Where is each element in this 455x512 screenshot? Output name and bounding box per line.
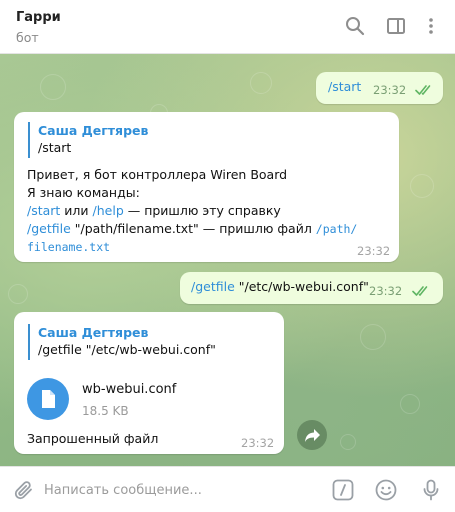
background-pattern xyxy=(250,72,272,94)
read-checkmarks-icon xyxy=(415,84,433,96)
file-caption: Запрошенный файл xyxy=(27,431,159,446)
message-text: — пришлю эту справку xyxy=(123,203,281,218)
incoming-message[interactable]: Саша Дегтярев /start Привет, я бот контр… xyxy=(14,112,399,262)
share-button[interactable] xyxy=(297,420,327,450)
code-span[interactable]: /path/ xyxy=(316,222,358,236)
message-line: /start или /help — пришлю эту справку xyxy=(27,202,281,220)
message-text: или xyxy=(60,203,93,218)
message-time: 23:32 xyxy=(369,284,403,298)
message-time: 23:32 xyxy=(357,244,391,258)
document-icon[interactable] xyxy=(27,378,69,420)
forward-icon xyxy=(305,429,320,442)
command-link-getfile[interactable]: /getfile xyxy=(191,279,235,294)
message-text: "/path/filename.txt" — пришлю файл xyxy=(70,221,316,236)
reply-quote[interactable]: Саша Дегтярев /start xyxy=(28,122,148,158)
message-input[interactable] xyxy=(44,475,314,505)
background-pattern xyxy=(360,324,386,350)
read-checkmarks-icon xyxy=(412,285,430,297)
background-pattern xyxy=(410,174,434,198)
chat-status: бот xyxy=(16,30,39,45)
microphone-icon[interactable] xyxy=(419,478,443,506)
search-icon[interactable] xyxy=(344,15,366,37)
background-pattern xyxy=(340,434,356,450)
code-span[interactable]: filename.txt xyxy=(27,238,110,256)
reply-author: Саша Дегтярев xyxy=(38,325,149,340)
more-vert-icon[interactable] xyxy=(420,15,442,37)
message-time: 23:32 xyxy=(241,436,275,450)
background-pattern xyxy=(40,74,66,100)
outgoing-message[interactable]: /getfile "/etc/wb-webui.conf" 23:32 xyxy=(180,272,443,304)
command-link-getfile[interactable]: /getfile xyxy=(27,221,71,236)
attach-icon[interactable] xyxy=(12,478,36,506)
chat-header: Гарри бот xyxy=(0,0,455,54)
sidebar-toggle-icon[interactable] xyxy=(385,15,407,37)
command-link-start[interactable]: /start xyxy=(27,203,60,218)
command-link-help[interactable]: /help xyxy=(93,203,124,218)
file-size: 18.5 KB xyxy=(82,404,129,418)
reply-author: Саша Дегтярев xyxy=(38,123,149,138)
file-name[interactable]: wb-webui.conf xyxy=(82,382,176,397)
bot-commands-icon[interactable] xyxy=(331,478,355,506)
background-pattern xyxy=(8,284,28,304)
message-text: /getfile "/etc/wb-webui.conf" xyxy=(191,278,369,296)
message-composer xyxy=(0,466,455,512)
emoji-icon[interactable] xyxy=(374,478,398,506)
outgoing-message[interactable]: /start 23:32 xyxy=(316,72,443,104)
message-time: 23:32 xyxy=(373,83,407,97)
message-line: /getfile "/path/filename.txt" — пришлю ф… xyxy=(27,220,357,238)
message-text[interactable]: /start xyxy=(328,78,361,96)
reply-quote[interactable]: Саша Дегтярев /getfile "/etc/wb-webui.co… xyxy=(28,324,216,360)
background-pattern xyxy=(400,394,420,414)
message-line: Привет, я бот контроллера Wiren Board xyxy=(27,167,288,182)
reply-text: /getfile "/etc/wb-webui.conf" xyxy=(38,342,216,357)
incoming-file-message[interactable]: Саша Дегтярев /getfile "/etc/wb-webui.co… xyxy=(14,312,284,454)
message-line: Я знаю команды: xyxy=(27,185,140,200)
reply-text: /start xyxy=(38,140,72,155)
chat-title[interactable]: Гарри xyxy=(16,10,61,25)
message-text: "/etc/wb-webui.conf" xyxy=(234,279,369,294)
